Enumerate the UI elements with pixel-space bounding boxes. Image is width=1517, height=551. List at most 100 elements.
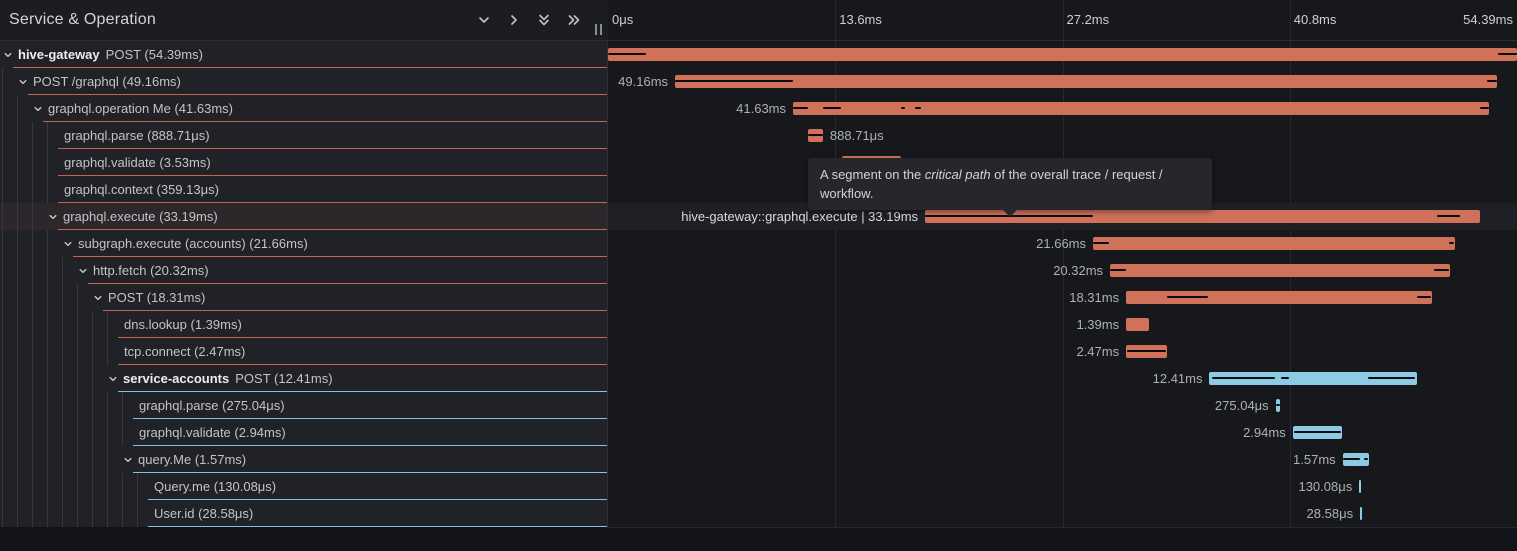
chevron-down-icon[interactable]: [93, 293, 103, 303]
span-bar[interactable]: [1359, 480, 1361, 493]
span-row[interactable]: http.fetch (20.32ms) 20.32ms: [0, 257, 1517, 284]
span-name-cell[interactable]: User.id (28.58μs): [0, 500, 608, 527]
operation-name: http.fetch (20.32ms): [93, 263, 209, 278]
indent-guide: [32, 473, 33, 500]
span-row[interactable]: POST (18.31ms)18.31ms: [0, 284, 1517, 311]
indent-guide: [47, 446, 48, 473]
indent-guide: [47, 365, 48, 392]
tree-toolbar: [475, 0, 582, 40]
span-timeline-cell[interactable]: 18.31ms: [608, 284, 1517, 311]
span-timeline-cell[interactable]: 41.63ms: [608, 95, 1517, 122]
span-timeline-cell[interactable]: 12.41ms: [608, 365, 1517, 392]
span-row[interactable]: User.id (28.58μs)28.58μs: [0, 500, 1517, 527]
span-name-cell[interactable]: graphql.validate (2.94ms): [0, 419, 608, 446]
span-name-cell[interactable]: graphql.parse (888.71μs): [0, 122, 608, 149]
span-row[interactable]: POST /graphql (49.16ms)49.16ms: [0, 68, 1517, 95]
double-chevron-right-icon[interactable]: [565, 12, 582, 29]
panel-resize-handle-icon[interactable]: [591, 22, 605, 36]
span-bar[interactable]: [793, 102, 1489, 115]
span-name-cell[interactable]: graphql.execute (33.19ms): [0, 203, 608, 230]
chevron-down-icon[interactable]: [33, 104, 43, 114]
span-name-cell[interactable]: hive-gatewayPOST (54.39ms): [0, 41, 608, 68]
chevron-down-icon[interactable]: [108, 374, 118, 384]
span-timeline-cell[interactable]: 275.04μs: [608, 392, 1517, 419]
duration-label: 12.41ms: [1153, 365, 1203, 392]
span-name-cell[interactable]: graphql.context (359.13μs): [0, 176, 608, 203]
span-name: Query.me (130.08μs): [154, 473, 276, 500]
chevron-down-icon[interactable]: [63, 239, 73, 249]
span-row[interactable]: graphql.validate (2.94ms) 2.94ms: [0, 419, 1517, 446]
indent-guide: [107, 419, 108, 446]
operation-name: graphql.context (359.13μs): [64, 182, 219, 197]
timeline-header: Service & Operation 0μs13.6ms27.2ms40.8m…: [0, 0, 1517, 41]
chevron-down-icon[interactable]: [475, 12, 492, 29]
span-timeline-cell[interactable]: 20.32ms: [608, 257, 1517, 284]
span-bar[interactable]: [1126, 318, 1149, 331]
span-name-cell[interactable]: graphql.operation Me (41.63ms): [0, 95, 608, 122]
span-row[interactable]: hive-gatewayPOST (54.39ms): [0, 41, 1517, 68]
chevron-down-icon[interactable]: [48, 212, 58, 222]
span-row[interactable]: graphql.validate (3.53ms)3.53ms: [0, 149, 1517, 176]
span-name-cell[interactable]: graphql.validate (3.53ms): [0, 149, 608, 176]
indent-guide: [2, 446, 3, 473]
span-row[interactable]: service-accountsPOST (12.41ms) 12.41ms: [0, 365, 1517, 392]
span-row[interactable]: graphql.parse (888.71μs)888.71μs: [0, 122, 1517, 149]
span-name-cell[interactable]: subgraph.execute (accounts) (21.66ms): [0, 230, 608, 257]
span-name-cell[interactable]: Query.me (130.08μs): [0, 473, 608, 500]
operation-name: graphql.validate (2.94ms): [139, 425, 286, 440]
span-row[interactable]: tcp.connect (2.47ms)2.47ms: [0, 338, 1517, 365]
indent-guide: [92, 311, 93, 338]
chevron-right-icon[interactable]: [505, 12, 522, 29]
span-name-cell[interactable]: query.Me (1.57ms): [0, 446, 608, 473]
span-bar[interactable]: [1360, 507, 1362, 520]
span-bar[interactable]: [608, 48, 1517, 61]
span-row[interactable]: graphql.execute (33.19ms)hive-gateway::g…: [0, 203, 1517, 230]
indent-guide: [47, 284, 48, 311]
span-name-cell[interactable]: tcp.connect (2.47ms): [0, 338, 608, 365]
indent-guide: [47, 419, 48, 446]
span-rows: hive-gatewayPOST (54.39ms)POST /graphql …: [0, 41, 1517, 527]
critical-path-segment: [1487, 80, 1497, 82]
span-name-cell[interactable]: dns.lookup (1.39ms): [0, 311, 608, 338]
span-timeline-cell[interactable]: 2.94ms: [608, 419, 1517, 446]
span-row[interactable]: graphql.parse (275.04μs)275.04μs: [0, 392, 1517, 419]
indent-guide: [62, 446, 63, 473]
indent-guide: [2, 149, 3, 176]
span-timeline-cell[interactable]: 888.71μs: [608, 122, 1517, 149]
span-name-cell[interactable]: graphql.parse (275.04μs): [0, 392, 608, 419]
indent-guide: [47, 230, 48, 257]
span-row[interactable]: subgraph.execute (accounts) (21.66ms)21.…: [0, 230, 1517, 257]
span-bar[interactable]: [1093, 237, 1455, 250]
span-row[interactable]: graphql.operation Me (41.63ms)41.63ms: [0, 95, 1517, 122]
chevron-down-icon[interactable]: [123, 455, 133, 465]
double-chevron-down-icon[interactable]: [535, 12, 552, 29]
span-name: hive-gatewayPOST (54.39ms): [3, 41, 203, 68]
chevron-down-icon[interactable]: [18, 77, 28, 87]
indent-guide: [2, 176, 3, 203]
span-name-cell[interactable]: service-accountsPOST (12.41ms): [0, 365, 608, 392]
span-timeline-cell[interactable]: 49.16ms: [608, 68, 1517, 95]
span-bar[interactable]: [1110, 264, 1450, 277]
span-timeline-cell[interactable]: 28.58μs: [608, 500, 1517, 527]
span-bar[interactable]: [675, 75, 1497, 88]
span-name-cell[interactable]: POST (18.31ms): [0, 284, 608, 311]
indent-guide: [32, 500, 33, 527]
chevron-down-icon[interactable]: [3, 50, 13, 60]
span-timeline-cell[interactable]: 1.57ms: [608, 446, 1517, 473]
panel-divider[interactable]: [607, 0, 608, 528]
span-row[interactable]: query.Me (1.57ms)1.57ms: [0, 446, 1517, 473]
span-timeline-cell[interactable]: 2.47ms: [608, 338, 1517, 365]
span-row[interactable]: dns.lookup (1.39ms)1.39ms: [0, 311, 1517, 338]
indent-guide: [62, 311, 63, 338]
span-timeline-cell[interactable]: 130.08μs: [608, 473, 1517, 500]
span-row[interactable]: graphql.context (359.13μs)359.13μs: [0, 176, 1517, 203]
span-timeline-cell[interactable]: 1.39ms: [608, 311, 1517, 338]
chevron-down-icon[interactable]: [78, 266, 88, 276]
span-timeline-cell[interactable]: [608, 41, 1517, 68]
span-name-cell[interactable]: POST /graphql (49.16ms): [0, 68, 608, 95]
span-timeline-cell[interactable]: 21.66ms: [608, 230, 1517, 257]
indent-guide: [17, 446, 18, 473]
span-row[interactable]: Query.me (130.08μs) 130.08μs: [0, 473, 1517, 500]
critical-path-segment: [1167, 296, 1208, 298]
span-name-cell[interactable]: http.fetch (20.32ms): [0, 257, 608, 284]
